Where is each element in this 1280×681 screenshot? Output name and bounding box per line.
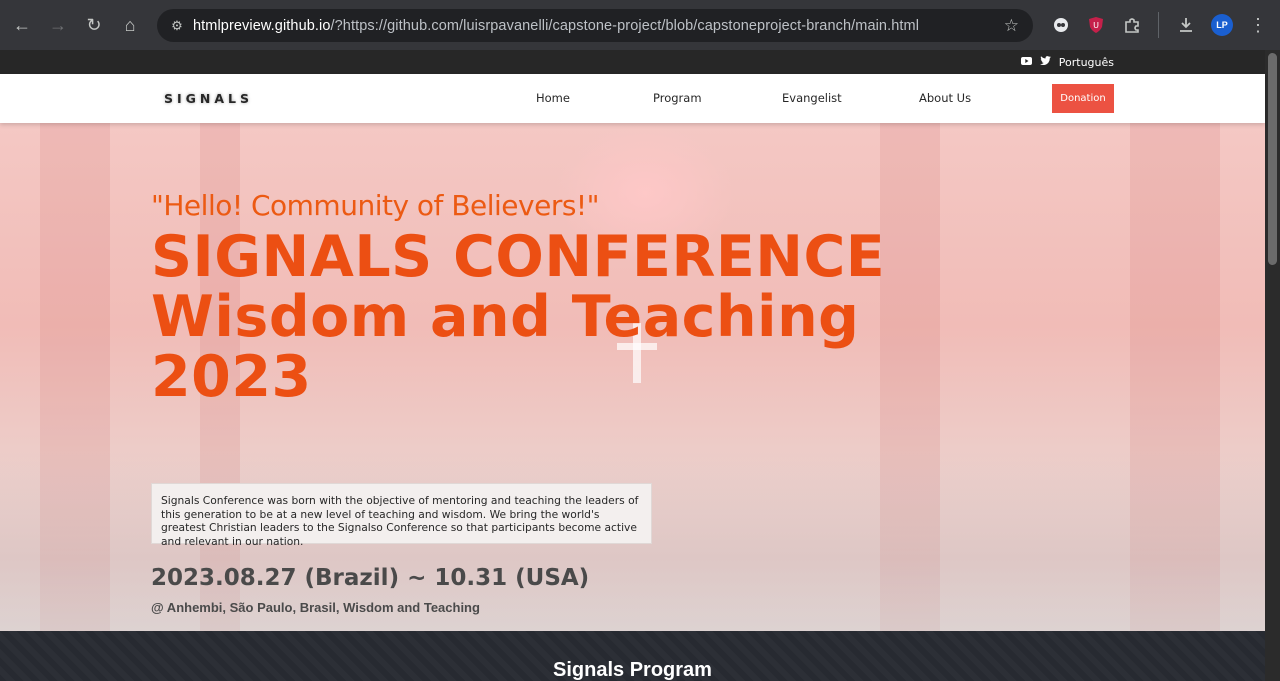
site-header: SIGNALS Home Program Evangelist About Us… bbox=[0, 74, 1265, 123]
url-host: htmlpreview.github.io bbox=[193, 17, 331, 34]
extensions-puzzle-icon[interactable] bbox=[1121, 14, 1143, 36]
profile-initials: LP bbox=[1216, 20, 1228, 30]
reload-icon[interactable]: ↻ bbox=[76, 7, 112, 43]
hero-greeting: "Hello! Community of Believers!" bbox=[151, 189, 600, 222]
nav-about-us[interactable]: About Us bbox=[919, 91, 971, 105]
hero-title-line: SIGNALS CONFERENCE bbox=[151, 224, 886, 290]
page-viewport: Português SIGNALS Home Program Evangelis… bbox=[0, 50, 1280, 681]
toolbar-divider bbox=[1158, 12, 1159, 38]
nav-evangelist[interactable]: Evangelist bbox=[782, 91, 842, 105]
event-dates: 2023.08.27 (Brazil) ~ 10.31 (USA) bbox=[151, 565, 590, 591]
program-section: Signals Program bbox=[0, 631, 1265, 681]
hero-description: Signals Conference was born with the obj… bbox=[151, 483, 652, 548]
svg-text:U: U bbox=[1093, 21, 1099, 30]
hero-title-line: Wisdom and Teaching bbox=[151, 284, 860, 350]
profile-avatar[interactable]: LP bbox=[1211, 14, 1233, 36]
ublock-shield-icon[interactable]: U bbox=[1085, 14, 1107, 36]
home-icon[interactable]: ⌂ bbox=[112, 7, 148, 43]
menu-kebab-icon[interactable]: ⋮ bbox=[1247, 14, 1269, 36]
language-link[interactable]: Português bbox=[1059, 56, 1114, 69]
nav-program[interactable]: Program bbox=[653, 91, 702, 105]
hero-title-line: 2023 bbox=[151, 344, 312, 410]
program-title: Signals Program bbox=[553, 659, 712, 681]
url-text[interactable]: htmlpreview.github.io/?https://github.co… bbox=[193, 18, 919, 34]
back-icon[interactable]: ← bbox=[4, 7, 40, 43]
download-icon[interactable] bbox=[1175, 14, 1197, 36]
forward-icon[interactable]: → bbox=[40, 7, 76, 43]
site-info-icon[interactable]: ⚙ bbox=[161, 9, 193, 42]
extension-icon[interactable] bbox=[1050, 14, 1072, 36]
donation-button[interactable]: Donation bbox=[1052, 84, 1114, 113]
page-scrollbar[interactable] bbox=[1265, 50, 1280, 681]
url-path: /?https://github.com/luisrpavanelli/caps… bbox=[330, 17, 920, 34]
event-venue: @ Anhembi, São Paulo, Brasil, Wisdom and… bbox=[151, 600, 480, 615]
bookmark-star-icon[interactable]: ☆ bbox=[1004, 16, 1019, 36]
top-bar: Português bbox=[0, 50, 1265, 74]
hero-section: "Hello! Community of Believers!" SIGNALS… bbox=[0, 123, 1265, 631]
youtube-icon[interactable] bbox=[1020, 56, 1032, 68]
nav-home[interactable]: Home bbox=[536, 91, 570, 105]
scrollbar-thumb[interactable] bbox=[1268, 53, 1277, 265]
site-logo[interactable]: SIGNALS bbox=[164, 91, 253, 106]
address-bar[interactable]: ⚙ htmlpreview.github.io/?https://github.… bbox=[157, 9, 1033, 42]
twitter-icon[interactable] bbox=[1039, 56, 1051, 68]
browser-toolbar: ← → ↻ ⌂ ⚙ htmlpreview.github.io/?https:/… bbox=[0, 0, 1280, 50]
hero-title: SIGNALS CONFERENCE Wisdom and Teaching 2… bbox=[151, 227, 885, 407]
